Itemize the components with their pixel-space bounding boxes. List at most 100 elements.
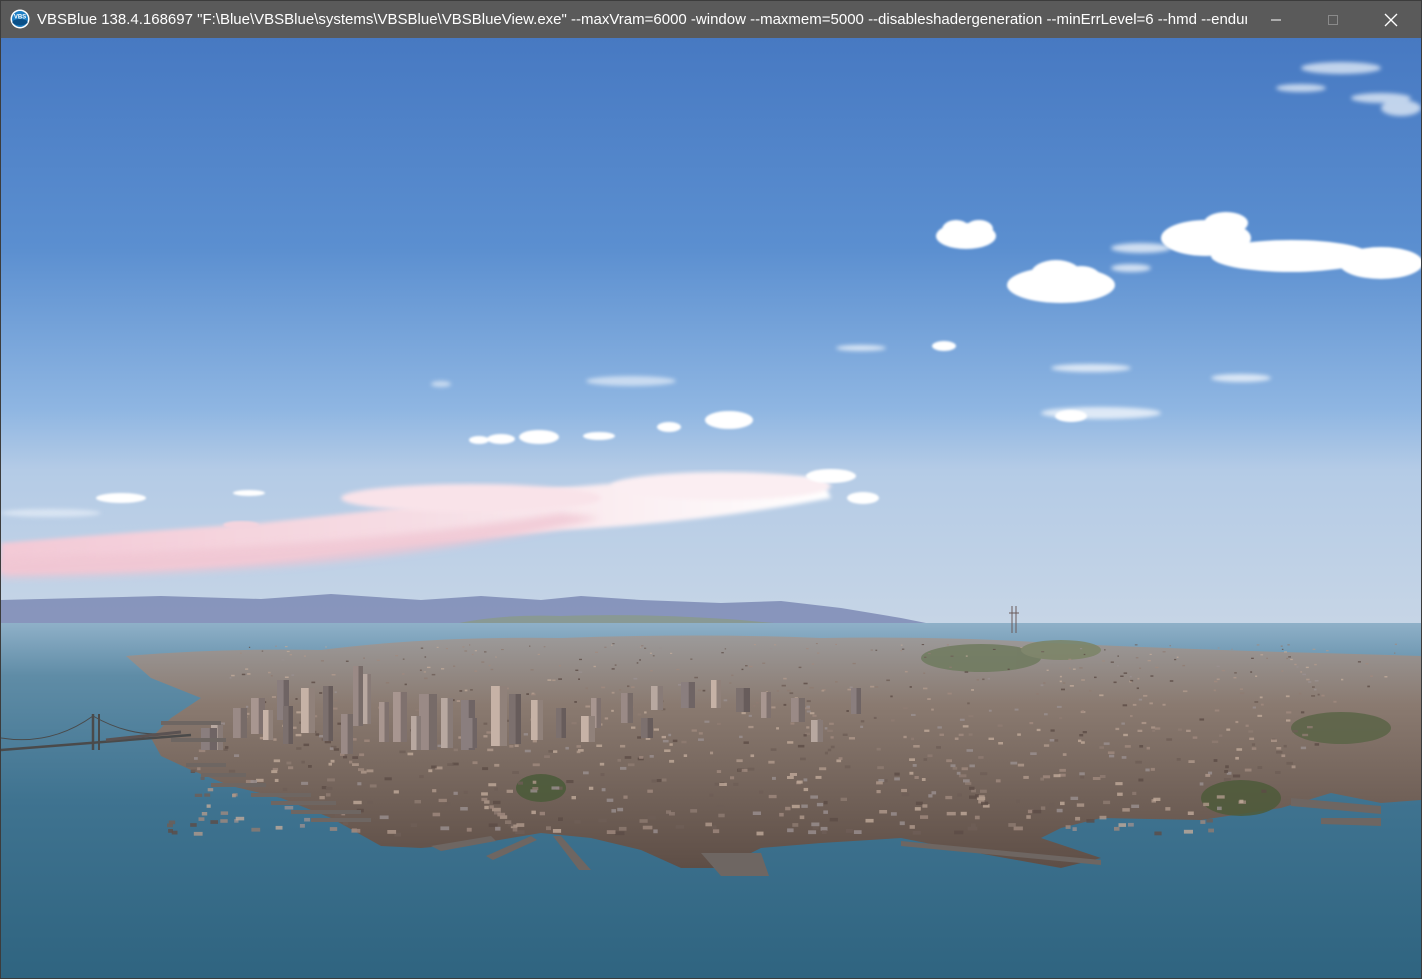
render-viewport[interactable]: [1, 38, 1421, 978]
minimize-button[interactable]: [1247, 1, 1305, 38]
city-block: [949, 666, 952, 668]
city-block: [731, 674, 734, 677]
city-block: [909, 686, 912, 688]
city-block: [223, 748, 228, 751]
city-block: [464, 650, 468, 652]
city-block: [1056, 808, 1063, 813]
city-block: [1141, 721, 1147, 725]
city-block: [271, 696, 276, 698]
city-block: [639, 819, 648, 823]
city-block: [436, 646, 439, 648]
city-block: [716, 805, 725, 810]
city-block: [690, 809, 698, 813]
city-block: [1138, 778, 1144, 782]
city-block: [349, 760, 353, 764]
city-block: [927, 653, 931, 655]
city-block: [1137, 729, 1143, 732]
city-block: [1078, 739, 1082, 743]
city-block: [1211, 740, 1219, 744]
city-block: [624, 756, 632, 759]
city-block: [719, 782, 727, 786]
city-block: [1206, 818, 1213, 823]
city-block: [618, 826, 627, 831]
city-block: [471, 653, 474, 656]
window-title: VBSBlue 138.4.168697 "F:\Blue\VBSBlue\sy…: [37, 11, 1247, 28]
city-block: [315, 733, 320, 736]
city-block: [385, 682, 390, 684]
city-block: [369, 784, 377, 788]
city-block: [1261, 789, 1267, 793]
city-block: [1205, 773, 1211, 777]
city-block: [1225, 765, 1229, 769]
city-block: [474, 650, 477, 652]
city-block: [1134, 644, 1138, 646]
city-block: [927, 754, 933, 758]
vbs-app-icon[interactable]: VBS: [10, 9, 30, 29]
skyscraper-shade: [647, 718, 653, 738]
city-block: [197, 767, 201, 771]
city-block: [890, 719, 895, 722]
city-block: [604, 646, 607, 648]
city-block: [1302, 733, 1309, 737]
city-block: [501, 649, 504, 651]
maximize-button[interactable]: [1304, 1, 1362, 38]
city-block: [1029, 722, 1034, 725]
city-block: [1147, 660, 1151, 662]
city-block: [787, 776, 794, 779]
city-block: [1146, 746, 1150, 750]
city-block: [1232, 774, 1241, 778]
city-block: [681, 740, 687, 744]
title-bar[interactable]: VBS VBSBlue 138.4.168697 "F:\Blue\VBSBlu…: [1, 1, 1421, 38]
city-block: [1321, 694, 1325, 697]
city-block: [331, 674, 336, 676]
city-block: [969, 795, 977, 799]
city-block: [783, 703, 787, 706]
city-block: [1017, 733, 1021, 736]
city-block: [666, 810, 671, 814]
city-block: [952, 766, 958, 770]
city-block: [571, 796, 576, 800]
city-block: [1056, 705, 1062, 708]
city-block: [614, 664, 617, 666]
city-block: [1060, 801, 1065, 806]
city-block: [1070, 796, 1079, 800]
city-block: [531, 693, 536, 696]
close-button[interactable]: [1362, 1, 1420, 38]
city-block: [1149, 702, 1153, 705]
city-block: [424, 677, 428, 680]
city-block: [1059, 717, 1063, 720]
city-block: [820, 826, 828, 831]
city-block: [234, 754, 240, 757]
city-block: [1217, 806, 1222, 811]
city-block: [1280, 645, 1283, 647]
city-block: [424, 656, 427, 658]
city-block: [232, 794, 236, 798]
city-block: [649, 755, 654, 758]
city-block: [486, 731, 492, 734]
city-block: [786, 689, 791, 692]
city-block: [284, 806, 294, 810]
city-block: [923, 687, 928, 690]
city-block: [1239, 688, 1243, 690]
city-block: [220, 819, 228, 823]
city-block: [1285, 695, 1290, 698]
city-block: [1305, 666, 1309, 669]
city-block: [656, 779, 662, 783]
city-block: [1099, 746, 1104, 749]
city-block: [1231, 648, 1233, 650]
city-block: [1213, 759, 1218, 762]
city-block: [1041, 651, 1045, 653]
city-block: [1176, 758, 1181, 761]
city-block: [611, 809, 616, 813]
city-block: [710, 751, 714, 755]
city-block: [1130, 715, 1133, 718]
city-block: [1281, 670, 1284, 672]
city-block: [190, 823, 197, 827]
city-block: [1079, 667, 1083, 669]
city-block: [1260, 654, 1264, 656]
city-block: [250, 780, 257, 784]
skyscraper-shade: [856, 688, 861, 714]
city-block: [1040, 684, 1044, 687]
city-block: [1249, 737, 1255, 740]
skyscraper-shade: [268, 710, 273, 740]
